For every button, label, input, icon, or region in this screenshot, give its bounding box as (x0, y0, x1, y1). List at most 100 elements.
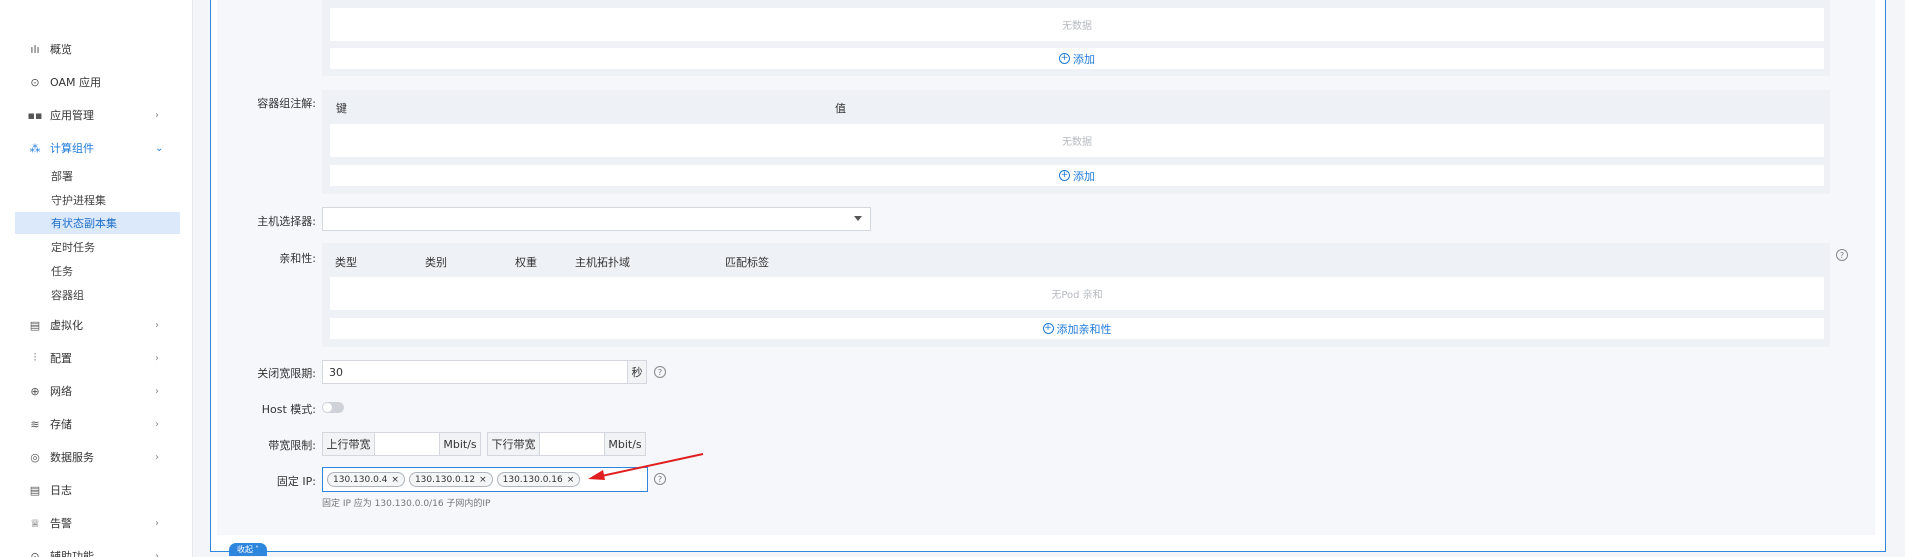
add-label: 添加 (1073, 52, 1095, 66)
chevron-right-icon: › (155, 418, 159, 430)
column-type: 类型 (335, 256, 357, 269)
sidebar-item-storage[interactable]: ≋ 存储 › (0, 411, 193, 437)
sidebar-item-label: 告警 (50, 517, 72, 530)
bandwidth-label: 带宽限制: (268, 439, 316, 452)
assist-icon: ⊙ (30, 549, 40, 557)
empty-row: 无数据 (330, 124, 1824, 157)
empty-text: 无数据 (1062, 137, 1092, 148)
sidebar-subitem-statefulset[interactable]: 有状态副本集 (15, 212, 180, 234)
close-icon[interactable]: × (391, 475, 399, 485)
sidebar-subitem-label: 定时任务 (51, 241, 95, 254)
chevron-down-icon: ⌄ (155, 142, 164, 154)
sidebar-item-data-service[interactable]: ◎ 数据服务 › (0, 444, 193, 470)
sidebar-subitem-label: 有状态副本集 (51, 217, 117, 230)
fixed-ip-label: 固定 IP: (276, 475, 316, 488)
sidebar-subitem-label: 守护进程集 (51, 194, 106, 207)
fixed-ip-hint: 固定 IP 应为 130.130.0.0/16 子网内的IP (322, 499, 491, 509)
grace-period-unit: 秒 (627, 360, 647, 384)
sidebar-item-app-management[interactable]: ▪▪ 应用管理 › (0, 102, 193, 128)
annotation-arrow-icon (588, 453, 704, 480)
document-edit-icon: ▤ (29, 318, 41, 332)
collapse-label: 收起 (237, 545, 253, 554)
download-bandwidth-addon: 下行带宽 (487, 432, 540, 456)
upload-label: 上行带宽 (326, 438, 371, 451)
plus-circle-icon: + (1059, 170, 1070, 181)
sidebar-item-label: 辅助功能 (50, 550, 94, 557)
sidebar-subitem-pod[interactable]: 容器组 (15, 284, 180, 306)
add-label: 添加 (1073, 169, 1095, 183)
sidebar-item-config[interactable]: ⫶ 配置 › (0, 345, 193, 371)
host-mode-label: Host 模式: (261, 403, 316, 416)
sidebar-subitem-label: 任务 (51, 265, 73, 278)
chevron-right-icon: › (155, 550, 159, 557)
plus-circle-icon: + (1059, 53, 1070, 64)
add-label: 添加亲和性 (1056, 322, 1112, 336)
empty-row: 无数据 (330, 8, 1824, 41)
annotations-label: 容器组注解: (257, 97, 316, 110)
chevron-right-icon: › (155, 109, 159, 121)
ip-tag-text: 130.130.0.16 (502, 474, 563, 485)
log-icon: ▤ (29, 483, 41, 497)
ip-tag-text: 130.130.0.12 (414, 474, 476, 485)
hierarchy-icon: ⁂ (29, 141, 41, 155)
host-selector-label: 主机选择器: (257, 215, 316, 228)
caret-down-icon (854, 216, 862, 221)
unit-text: Mbit/s (608, 437, 642, 451)
sidebar-item-alarm[interactable]: ♕ 告警 › (0, 510, 193, 536)
close-icon[interactable]: × (567, 475, 575, 485)
ip-tag: 130.130.0.4 × (327, 472, 405, 487)
help-icon[interactable]: ? (1836, 249, 1848, 261)
sidebar-item-overview[interactable]: ılı 概览 (0, 36, 193, 62)
collapse-button[interactable]: 收起 ˄ (229, 543, 267, 556)
chevron-right-icon: › (155, 385, 159, 397)
chevron-right-icon: › (155, 517, 159, 529)
host-selector-dropdown[interactable] (322, 207, 871, 231)
add-affinity-button[interactable]: + 添加亲和性 (330, 318, 1824, 339)
download-label: 下行带宽 (491, 438, 536, 451)
unit-text: Mbit/s (443, 437, 477, 451)
affinity-label: 亲和性: (279, 252, 316, 265)
grid-icon: ▪▪ (27, 108, 43, 122)
close-icon[interactable]: × (479, 475, 487, 485)
sidebar-item-compute[interactable]: ⁂ 计算组件 ⌄ (0, 135, 193, 161)
sidebar-item-oam-app[interactable]: ⊙ OAM 应用 (0, 69, 193, 95)
settings-cycle-icon: ⊙ (30, 75, 40, 89)
help-icon[interactable]: ? (654, 366, 666, 378)
add-button[interactable]: + 添加 (330, 48, 1824, 69)
sidebar-item-label: 数据服务 (50, 451, 94, 464)
sidebar-subitem-label: 部署 (51, 170, 73, 183)
arrow-shaft (596, 453, 704, 478)
sidebar-item-network[interactable]: ⊕ 网络 › (0, 378, 193, 404)
sidebar-item-label: 网络 (50, 385, 72, 398)
upload-bandwidth-input[interactable] (374, 432, 440, 456)
sidebar: ılı 概览 ⊙ OAM 应用 ▪▪ 应用管理 › ⁂ 计算组件 ⌄ 部署 守护… (0, 0, 193, 557)
arrow-head (588, 470, 605, 480)
add-annotation-button[interactable]: + 添加 (330, 165, 1824, 186)
unit-text: 秒 (631, 366, 643, 379)
grace-period-input[interactable]: 30 (322, 360, 628, 384)
empty-text: 无数据 (1062, 21, 1092, 32)
plus-circle-icon: + (1042, 323, 1054, 334)
grace-period-label: 关闭宽限期: (257, 367, 316, 380)
sidebar-subitem-cronjob[interactable]: 定时任务 (15, 236, 180, 258)
globe-icon: ⊕ (30, 384, 40, 398)
sidebar-item-log[interactable]: ▤ 日志 (0, 477, 193, 503)
sidebar-item-label: 虚拟化 (50, 319, 83, 332)
chevron-right-icon: › (155, 451, 159, 463)
sidebar-item-virtualization[interactable]: ▤ 虚拟化 › (0, 312, 193, 338)
sidebar-item-label: 应用管理 (50, 109, 94, 122)
sidebar-subitem-job[interactable]: 任务 (15, 260, 180, 282)
sidebar-subitem-daemonset[interactable]: 守护进程集 (15, 189, 180, 211)
sidebar-subitem-deployment[interactable]: 部署 (15, 165, 180, 187)
column-key: 键 (336, 102, 347, 115)
ip-tag: 130.130.0.12 × (408, 472, 493, 487)
alarm-icon: ♕ (30, 516, 40, 530)
chevron-right-icon: › (155, 352, 159, 364)
column-category: 类别 (425, 256, 447, 269)
host-mode-toggle[interactable] (322, 402, 344, 413)
sidebar-item-label: 配置 (50, 352, 72, 365)
ip-tag: 130.130.0.16 × (496, 472, 581, 487)
sidebar-item-label: 存储 (50, 418, 72, 431)
sidebar-item-assist[interactable]: ⊙ 辅助功能 › (0, 543, 193, 557)
column-weight: 权重 (515, 256, 537, 269)
